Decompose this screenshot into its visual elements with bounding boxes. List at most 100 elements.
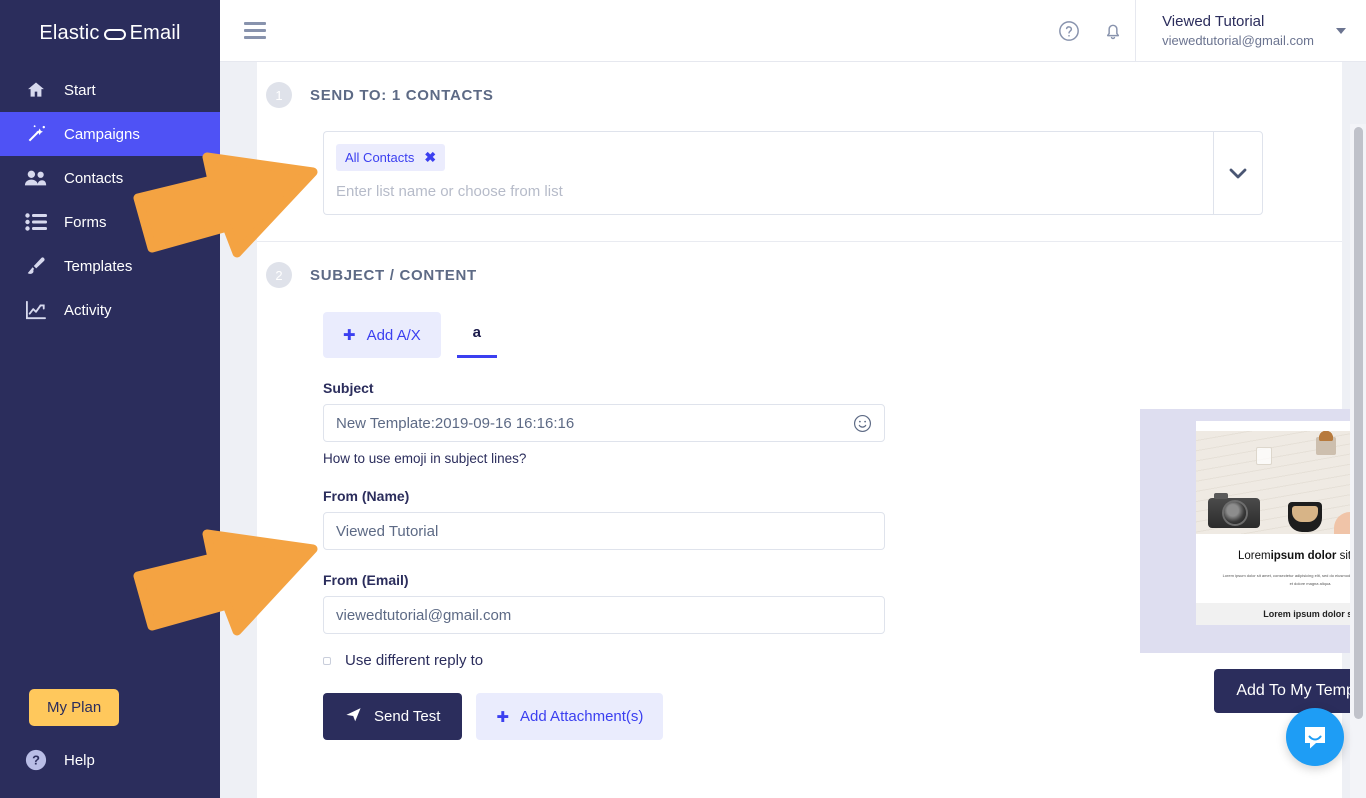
section-header: 1 SEND TO: 1 CONTACTS bbox=[257, 62, 1342, 108]
send-test-button[interactable]: Send Test bbox=[323, 693, 463, 740]
link-glyph-icon bbox=[103, 28, 126, 40]
from-email-field[interactable] bbox=[323, 596, 885, 634]
account-menu[interactable]: Viewed Tutorial viewedtutorial@gmail.com bbox=[1135, 0, 1366, 61]
sidebar-item-contacts[interactable]: Contacts bbox=[0, 156, 220, 200]
subject-input[interactable] bbox=[324, 405, 884, 441]
app-root: Elastic Email Start Campaigns Contacts F… bbox=[0, 0, 1366, 798]
account-email: viewedtutorial@gmail.com bbox=[1162, 33, 1314, 48]
campaign-card: 1 SEND TO: 1 CONTACTS All Contacts ✖ Ent… bbox=[257, 62, 1366, 798]
vertical-scrollbar[interactable] bbox=[1350, 124, 1366, 798]
recipients-input-box[interactable]: All Contacts ✖ Enter list name or choose… bbox=[323, 131, 1213, 215]
brand-name-right: Email bbox=[129, 21, 181, 44]
sidebar-nav: Start Campaigns Contacts Forms Templates… bbox=[0, 68, 220, 332]
recipients-dropdown-button[interactable] bbox=[1213, 131, 1263, 215]
sidebar-item-templates[interactable]: Templates bbox=[0, 244, 220, 288]
section-subject-content: 2 SUBJECT / CONTENT ✚ Add A/X a Subject bbox=[257, 242, 1366, 740]
intercom-chat-icon bbox=[1305, 727, 1325, 749]
emoji-hint-link[interactable]: How to use emoji in subject lines? bbox=[323, 451, 885, 466]
send-test-label: Send Test bbox=[374, 708, 441, 725]
template-preview-frame[interactable]: Unable to view? Read it Online bbox=[1140, 409, 1366, 653]
paintbrush-icon bbox=[24, 254, 48, 278]
magic-wand-icon bbox=[24, 122, 48, 146]
paper-plane-icon bbox=[345, 706, 362, 727]
recipients-placeholder: Enter list name or choose from list bbox=[336, 183, 563, 200]
section-send-to: 1 SEND TO: 1 CONTACTS All Contacts ✖ Ent… bbox=[257, 62, 1342, 215]
step-number-badge: 2 bbox=[266, 262, 292, 288]
recipient-chip[interactable]: All Contacts ✖ bbox=[336, 144, 446, 171]
sidebar-item-campaigns[interactable]: Campaigns bbox=[0, 112, 220, 156]
template-preview-column: Unable to view? Read it Online bbox=[1140, 409, 1366, 713]
sidebar-item-label: Templates bbox=[64, 257, 133, 275]
section-title: SEND TO: 1 CONTACTS bbox=[310, 86, 494, 104]
plus-icon: ✚ bbox=[496, 708, 510, 726]
from-name-label: From (Name) bbox=[323, 488, 410, 504]
sidebar-item-activity[interactable]: Activity bbox=[0, 288, 220, 332]
sidebar-item-label: Forms bbox=[64, 213, 107, 231]
sidebar-item-label: Campaigns bbox=[64, 125, 140, 143]
hero-photo bbox=[1195, 431, 1366, 535]
preview-footer-heading: Lorem ipsum dolor sit bbox=[1195, 602, 1366, 625]
sidebar-item-help[interactable]: ? Help bbox=[24, 748, 95, 772]
reply-to-toggle[interactable] bbox=[323, 656, 331, 665]
section-header: 2 SUBJECT / CONTENT bbox=[257, 242, 1342, 288]
preview-hero-image bbox=[1195, 431, 1366, 535]
subject-label: Subject bbox=[323, 380, 374, 396]
chevron-down-icon bbox=[1229, 168, 1247, 178]
preview-headline: Loremipsum dolor sit amet. bbox=[1196, 534, 1366, 572]
add-attachment-label: Add Attachment(s) bbox=[520, 708, 644, 725]
account-info: Viewed Tutorial viewedtutorial@gmail.com bbox=[1162, 12, 1314, 49]
brand-logo[interactable]: Elastic Email bbox=[0, 0, 220, 66]
home-icon bbox=[24, 78, 48, 102]
use-different-reply-to-row[interactable]: Use different reply to bbox=[323, 652, 885, 669]
from-email-input[interactable] bbox=[324, 597, 884, 633]
account-name: Viewed Tutorial bbox=[1162, 13, 1265, 30]
help-icon[interactable] bbox=[1047, 9, 1091, 53]
add-ax-button[interactable]: ✚ Add A/X bbox=[323, 312, 441, 358]
question-circle-icon: ? bbox=[24, 748, 48, 772]
smiley-icon[interactable] bbox=[853, 414, 872, 433]
sidebar-item-forms[interactable]: Forms bbox=[0, 200, 220, 244]
campaign-form: Subject How to use emoji in subject line… bbox=[323, 380, 885, 740]
sidebar-item-label: Activity bbox=[64, 301, 112, 319]
from-name-field[interactable] bbox=[323, 512, 885, 550]
email-preview: Unable to view? Read it Online bbox=[1195, 421, 1366, 625]
topbar: Viewed Tutorial viewedtutorial@gmail.com bbox=[220, 0, 1366, 62]
from-email-label: From (Email) bbox=[323, 572, 409, 588]
hamburger-icon[interactable] bbox=[244, 18, 272, 43]
left-gutter bbox=[220, 62, 257, 798]
list-icon bbox=[24, 210, 48, 234]
preview-top-note: Unable to view? Read it Online bbox=[1196, 421, 1366, 431]
plan-wrapper: My Plan bbox=[29, 689, 120, 726]
from-name-input[interactable] bbox=[324, 513, 884, 549]
sidebar-item-start[interactable]: Start bbox=[0, 68, 220, 112]
scrollbar-thumb[interactable] bbox=[1354, 127, 1363, 719]
close-x-icon[interactable]: ✖ bbox=[424, 149, 436, 166]
plus-icon: ✚ bbox=[343, 327, 356, 344]
my-plan-button[interactable]: My Plan bbox=[29, 689, 120, 726]
headline-bold: ipsum dolor bbox=[1270, 550, 1337, 563]
variant-tabs: ✚ Add A/X a bbox=[323, 312, 1342, 358]
add-attachment-button[interactable]: ✚ Add Attachment(s) bbox=[476, 693, 664, 740]
bell-icon[interactable] bbox=[1091, 9, 1135, 53]
add-ax-label: Add A/X bbox=[366, 326, 421, 344]
brand-name-left: Elastic bbox=[39, 21, 100, 44]
svg-text:?: ? bbox=[32, 753, 40, 768]
sidebar-item-label: Start bbox=[64, 81, 96, 99]
section-title: SUBJECT / CONTENT bbox=[310, 266, 477, 284]
sidebar: Elastic Email Start Campaigns Contacts F… bbox=[0, 0, 220, 798]
caret-down-icon bbox=[1336, 27, 1346, 34]
recipients-row: All Contacts ✖ Enter list name or choose… bbox=[323, 131, 1263, 215]
topbar-right: Viewed Tutorial viewedtutorial@gmail.com bbox=[1047, 0, 1366, 61]
step-number-badge: 1 bbox=[266, 82, 292, 108]
recipient-chip-label: All Contacts bbox=[345, 150, 415, 165]
help-label: Help bbox=[64, 751, 95, 769]
reply-to-label: Use different reply to bbox=[345, 652, 484, 669]
intercom-chat-button[interactable] bbox=[1286, 708, 1344, 766]
subject-field[interactable] bbox=[323, 404, 885, 442]
people-icon bbox=[24, 166, 48, 190]
action-buttons: Send Test ✚ Add Attachment(s) bbox=[323, 693, 885, 740]
add-to-my-templates-button[interactable]: Add To My Templates bbox=[1214, 669, 1366, 713]
tab-variant-a[interactable]: a bbox=[456, 324, 497, 358]
